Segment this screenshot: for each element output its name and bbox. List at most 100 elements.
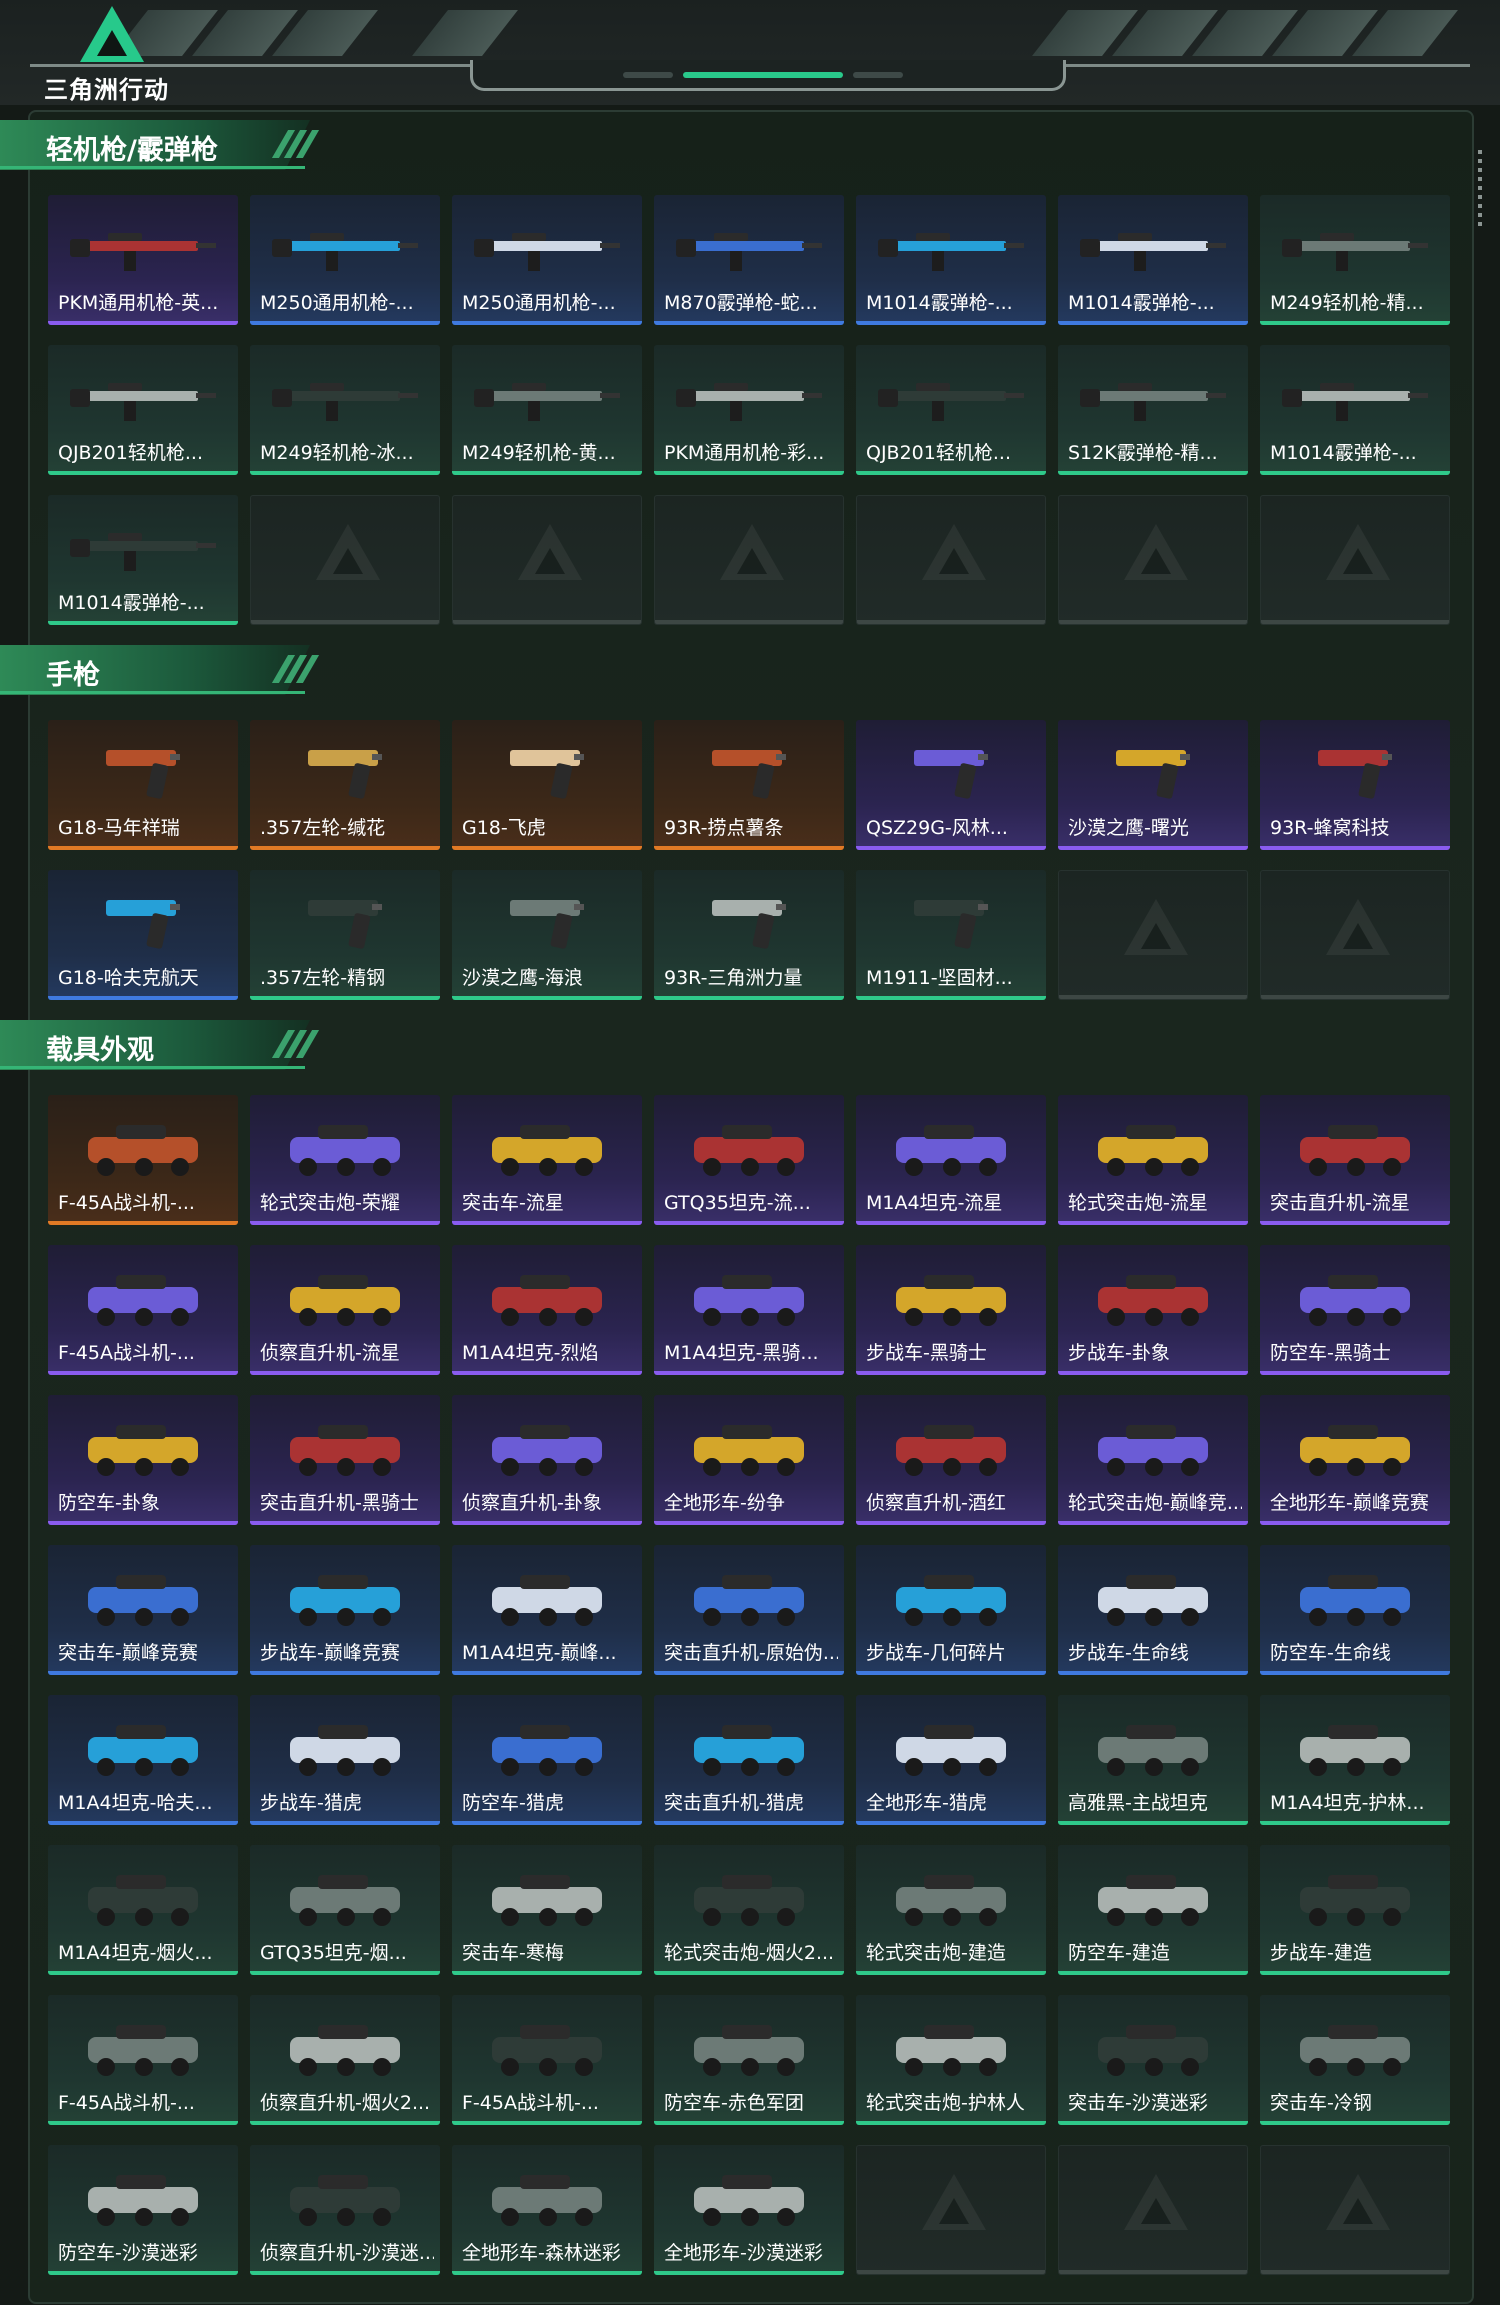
- rifle-image: [70, 233, 216, 271]
- item-card[interactable]: GTQ35坦克-流...: [654, 1095, 844, 1225]
- item-card[interactable]: 93R-三角洲力量: [654, 870, 844, 1000]
- item-card[interactable]: PKM通用机枪-彩...: [654, 345, 844, 475]
- rifle-image: [878, 383, 1024, 421]
- item-card[interactable]: 93R-捞点薯条: [654, 720, 844, 850]
- item-label: QJB201轻机枪...: [866, 442, 1011, 464]
- rarity-bar: [250, 1671, 440, 1675]
- item-card[interactable]: 突击车-冷钢: [1260, 1995, 1450, 2125]
- item-card[interactable]: S12K霰弹枪-精...: [1058, 345, 1248, 475]
- item-card[interactable]: 全地形车-森林迷彩: [452, 2145, 642, 2275]
- item-card[interactable]: 轮式突击炮-流星: [1058, 1095, 1248, 1225]
- item-card[interactable]: 突击车-巅峰竞赛: [48, 1545, 238, 1675]
- scrollbar-handle[interactable]: [1478, 150, 1482, 230]
- item-card[interactable]: 突击车-流星: [452, 1095, 642, 1225]
- item-card[interactable]: 高雅黑-主战坦克: [1058, 1695, 1248, 1825]
- item-card[interactable]: 防空车-卦象: [48, 1395, 238, 1525]
- item-card[interactable]: M1A4坦克-巅峰...: [452, 1545, 642, 1675]
- item-label: M1A4坦克-烈焰: [462, 1342, 599, 1364]
- item-card[interactable]: 侦察直升机-烟火2...: [250, 1995, 440, 2125]
- item-label: M1A4坦克-巅峰...: [462, 1642, 617, 1664]
- item-card[interactable]: 步战车-巅峰竞赛: [250, 1545, 440, 1675]
- item-card[interactable]: G18-哈夫克航天: [48, 870, 238, 1000]
- item-card[interactable]: M1A4坦克-黑骑...: [654, 1245, 844, 1375]
- item-card[interactable]: 步战车-几何碎片: [856, 1545, 1046, 1675]
- empty-slot: [654, 495, 844, 625]
- rarity-bar: [48, 471, 238, 475]
- item-card[interactable]: M1A4坦克-流星: [856, 1095, 1046, 1225]
- item-card[interactable]: 侦察直升机-卦象: [452, 1395, 642, 1525]
- item-card[interactable]: 突击直升机-原始伪...: [654, 1545, 844, 1675]
- item-label: M1014霰弹枪-...: [866, 292, 1013, 314]
- item-card[interactable]: F-45A战斗机-...: [48, 1245, 238, 1375]
- vehicle-image: [492, 1425, 602, 1476]
- item-card[interactable]: F-45A战斗机-...: [48, 1095, 238, 1225]
- item-card[interactable]: M249轻机枪-黄...: [452, 345, 642, 475]
- item-card[interactable]: 轮式突击炮-荣耀: [250, 1095, 440, 1225]
- rarity-bar: [1260, 1971, 1450, 1975]
- empty-slot: [1260, 870, 1450, 1000]
- item-card[interactable]: 防空车-沙漠迷彩: [48, 2145, 238, 2275]
- item-card[interactable]: 侦察直升机-流星: [250, 1245, 440, 1375]
- item-card[interactable]: 突击车-沙漠迷彩: [1058, 1995, 1248, 2125]
- item-card[interactable]: PKM通用机枪-英...: [48, 195, 238, 325]
- item-card[interactable]: M1014霰弹枪-...: [1058, 195, 1248, 325]
- rarity-bar: [1261, 2270, 1449, 2274]
- item-card[interactable]: 突击直升机-黑骑士: [250, 1395, 440, 1525]
- item-card[interactable]: 步战车-生命线: [1058, 1545, 1248, 1675]
- item-card[interactable]: 轮式突击炮-护林人: [856, 1995, 1046, 2125]
- item-card[interactable]: M250通用机枪-...: [452, 195, 642, 325]
- item-card[interactable]: 防空车-黑骑士: [1260, 1245, 1450, 1375]
- item-card[interactable]: 突击直升机-猎虎: [654, 1695, 844, 1825]
- item-card[interactable]: M249轻机枪-精...: [1260, 195, 1450, 325]
- item-card[interactable]: F-45A战斗机-...: [48, 1995, 238, 2125]
- vehicle-image: [1300, 1725, 1410, 1776]
- item-card[interactable]: 步战车-建造: [1260, 1845, 1450, 1975]
- item-card[interactable]: 全地形车-巅峰竞赛: [1260, 1395, 1450, 1525]
- item-card[interactable]: M1A4坦克-哈夫...: [48, 1695, 238, 1825]
- item-card[interactable]: 全地形车-纷争: [654, 1395, 844, 1525]
- item-card[interactable]: 步战车-猎虎: [250, 1695, 440, 1825]
- item-card[interactable]: 轮式突击炮-巅峰竞...: [1058, 1395, 1248, 1525]
- item-card[interactable]: 突击直升机-流星: [1260, 1095, 1450, 1225]
- rarity-bar: [452, 846, 642, 850]
- item-card[interactable]: 防空车-猎虎: [452, 1695, 642, 1825]
- item-card[interactable]: M870霰弹枪-蛇...: [654, 195, 844, 325]
- item-card[interactable]: M249轻机枪-冰...: [250, 345, 440, 475]
- item-card[interactable]: 轮式突击炮-烟火2...: [654, 1845, 844, 1975]
- item-card[interactable]: F-45A战斗机-...: [452, 1995, 642, 2125]
- item-card[interactable]: 防空车-建造: [1058, 1845, 1248, 1975]
- item-card[interactable]: M1911-坚固材...: [856, 870, 1046, 1000]
- item-card[interactable]: 沙漠之鹰-海浪: [452, 870, 642, 1000]
- item-card[interactable]: QJB201轻机枪...: [48, 345, 238, 475]
- item-card[interactable]: 轮式突击炮-建造: [856, 1845, 1046, 1975]
- item-card[interactable]: QJB201轻机枪...: [856, 345, 1046, 475]
- item-card[interactable]: M250通用机枪-...: [250, 195, 440, 325]
- item-card[interactable]: .357左轮-缄花: [250, 720, 440, 850]
- item-card[interactable]: M1A4坦克-烈焰: [452, 1245, 642, 1375]
- item-card[interactable]: M1014霰弹枪-...: [856, 195, 1046, 325]
- item-card[interactable]: 侦察直升机-酒红: [856, 1395, 1046, 1525]
- item-card[interactable]: G18-飞虎: [452, 720, 642, 850]
- item-card[interactable]: 侦察直升机-沙漠迷...: [250, 2145, 440, 2275]
- item-card[interactable]: QSZ29G-风林...: [856, 720, 1046, 850]
- item-card[interactable]: 全地形车-猎虎: [856, 1695, 1046, 1825]
- item-card[interactable]: 步战车-黑骑士: [856, 1245, 1046, 1375]
- rarity-bar: [250, 1521, 440, 1525]
- item-card[interactable]: 防空车-赤色军团: [654, 1995, 844, 2125]
- item-card[interactable]: M1A4坦克-烟火...: [48, 1845, 238, 1975]
- item-card[interactable]: .357左轮-精钢: [250, 870, 440, 1000]
- item-card[interactable]: M1A4坦克-护林...: [1260, 1695, 1450, 1825]
- item-label: G18-哈夫克航天: [58, 967, 199, 989]
- item-card[interactable]: 93R-蜂窝科技: [1260, 720, 1450, 850]
- item-card[interactable]: 沙漠之鹰-曙光: [1058, 720, 1248, 850]
- item-card[interactable]: 全地形车-沙漠迷彩: [654, 2145, 844, 2275]
- item-card[interactable]: 步战车-卦象: [1058, 1245, 1248, 1375]
- item-card[interactable]: M1014霰弹枪-...: [48, 495, 238, 625]
- rarity-bar: [654, 846, 844, 850]
- item-card[interactable]: G18-马年祥瑞: [48, 720, 238, 850]
- item-card[interactable]: 突击车-寒梅: [452, 1845, 642, 1975]
- rarity-bar: [1260, 2121, 1450, 2125]
- item-card[interactable]: GTQ35坦克-烟...: [250, 1845, 440, 1975]
- item-card[interactable]: 防空车-生命线: [1260, 1545, 1450, 1675]
- item-card[interactable]: M1014霰弹枪-...: [1260, 345, 1450, 475]
